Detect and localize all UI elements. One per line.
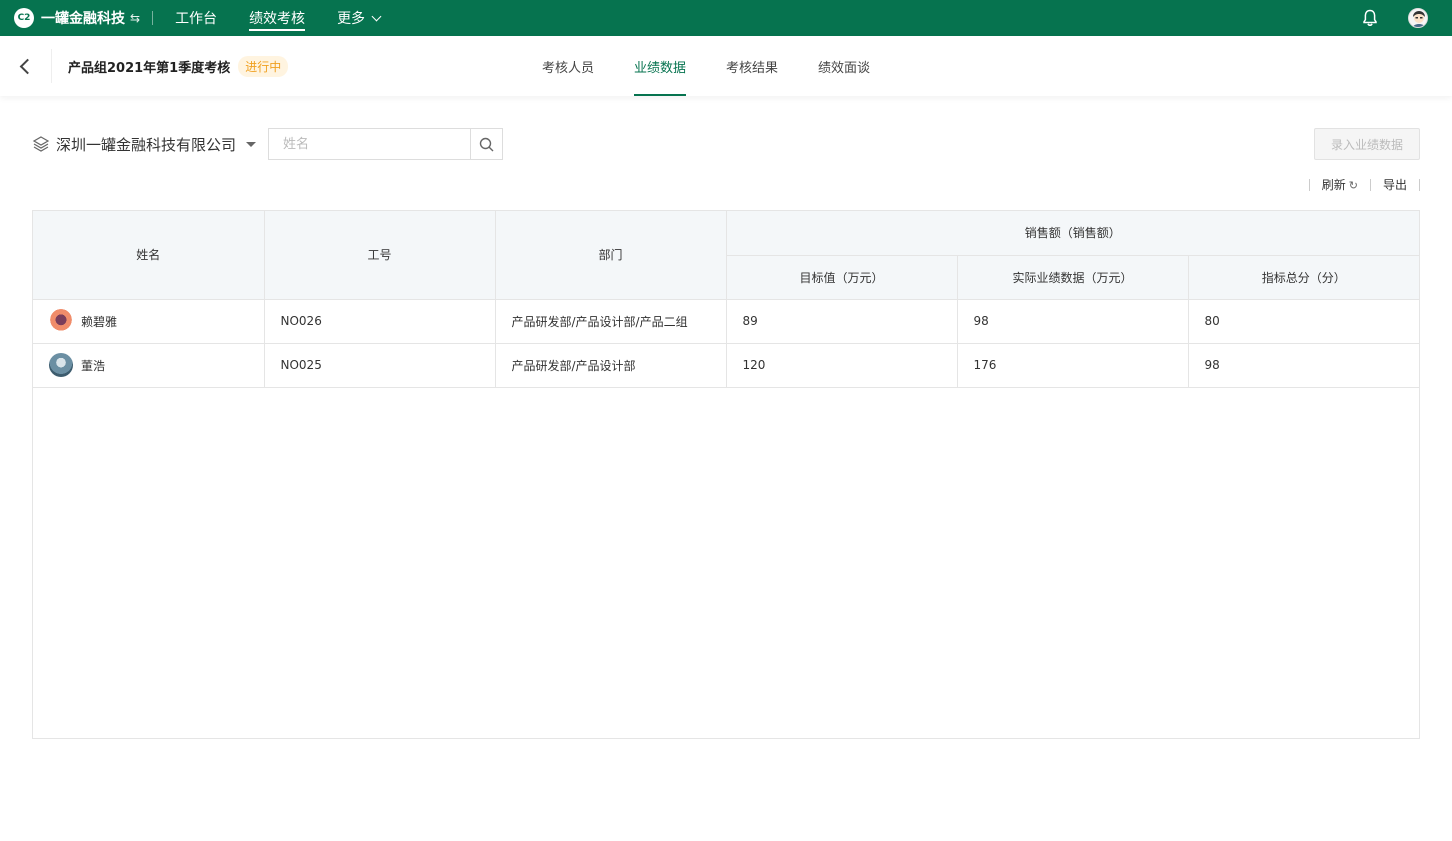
page-title: 产品组2021年第1季度考核 — [68, 60, 231, 76]
caret-down-icon[interactable] — [246, 141, 256, 147]
cell-actual: 98 — [956, 298, 1189, 344]
search-group — [268, 128, 503, 160]
top-nav: 工作台 绩效考核 更多 — [175, 0, 412, 36]
refresh-icon: ↻ — [1348, 179, 1358, 192]
divider — [1308, 178, 1310, 191]
switch-icon[interactable]: ⇆ — [130, 11, 140, 25]
chevron-left-icon — [19, 58, 36, 74]
cell-id: NO025 — [263, 342, 496, 388]
brand[interactable]: C2 一罐金融科技 ⇆ — [14, 0, 140, 36]
table-row: 赖碧雅 NO026 产品研发部/产品设计部/产品二组 89 98 80 — [33, 298, 1419, 344]
search-icon — [479, 137, 494, 151]
company-selector[interactable]: 深圳一罐金融科技有限公司 — [56, 134, 236, 155]
nav-performance[interactable]: 绩效考核 — [249, 0, 306, 36]
header-name: 姓名 — [33, 211, 265, 300]
cell-id: NO026 — [263, 298, 496, 344]
tabs: 考核人员 业绩数据 考核结果 绩效面谈 — [522, 36, 890, 96]
header-target: 目标值（万元） — [726, 254, 958, 300]
search-button[interactable] — [470, 128, 503, 160]
table-actions: 刷新 ↻ 导出 — [1297, 176, 1420, 193]
cell-actual: 176 — [956, 342, 1189, 388]
nav-workbench[interactable]: 工作台 — [175, 0, 217, 36]
nav-more[interactable]: 更多 — [337, 0, 382, 36]
cell-score: 80 — [1187, 298, 1419, 344]
cell-target: 120 — [725, 342, 958, 388]
brand-logo: C2 — [14, 8, 34, 28]
top-bar: C2 一罐金融科技 ⇆ 工作台 绩效考核 更多 — [0, 0, 1452, 36]
divider — [1419, 178, 1420, 191]
sub-header: 产品组2021年第1季度考核 进行中 考核人员 业绩数据 考核结果 绩效面谈 — [0, 36, 1452, 96]
filter-bar: 深圳一罐金融科技有限公司 — [32, 128, 503, 160]
tab-members[interactable]: 考核人员 — [542, 36, 594, 96]
search-input[interactable] — [268, 128, 470, 160]
avatar — [49, 353, 73, 377]
tab-interview[interactable]: 绩效面谈 — [818, 36, 870, 96]
bell-icon[interactable] — [1362, 9, 1378, 27]
tab-results[interactable]: 考核结果 — [726, 36, 778, 96]
back-button[interactable] — [0, 49, 52, 83]
data-table: 姓名 工号 部门 销售额（销售额） 目标值（万元） 实际业绩数据（万元） 指标总… — [32, 210, 1420, 739]
cell-name: 赖碧雅 — [33, 298, 265, 344]
tab-performance-data[interactable]: 业绩数据 — [634, 36, 687, 96]
cell-target: 89 — [725, 298, 958, 344]
brand-name: 一罐金融科技 — [41, 11, 125, 27]
cell-score: 98 — [1187, 342, 1419, 388]
chevron-down-icon — [371, 11, 382, 21]
layers-icon — [32, 136, 50, 152]
header-id: 工号 — [263, 211, 496, 300]
header-score: 指标总分（分） — [1187, 254, 1419, 300]
header-sales-group: 销售额（销售额） — [725, 211, 1419, 256]
divider — [1369, 178, 1371, 191]
cell-name: 董浩 — [33, 342, 265, 388]
refresh-button[interactable]: 刷新 ↻ — [1322, 176, 1358, 193]
cell-dept: 产品研发部/产品设计部 — [494, 342, 727, 388]
header-actual: 实际业绩数据（万元） — [956, 254, 1189, 300]
user-avatar[interactable] — [1408, 8, 1428, 28]
table-row: 董浩 NO025 产品研发部/产品设计部 120 176 98 — [33, 342, 1419, 388]
status-badge: 进行中 — [238, 55, 289, 77]
export-button[interactable]: 导出 — [1383, 176, 1407, 193]
record-performance-button[interactable]: 录入业绩数据 — [1314, 128, 1420, 160]
cell-dept: 产品研发部/产品设计部/产品二组 — [494, 298, 727, 344]
divider — [152, 11, 154, 25]
header-dept: 部门 — [494, 211, 727, 300]
avatar — [49, 309, 73, 333]
